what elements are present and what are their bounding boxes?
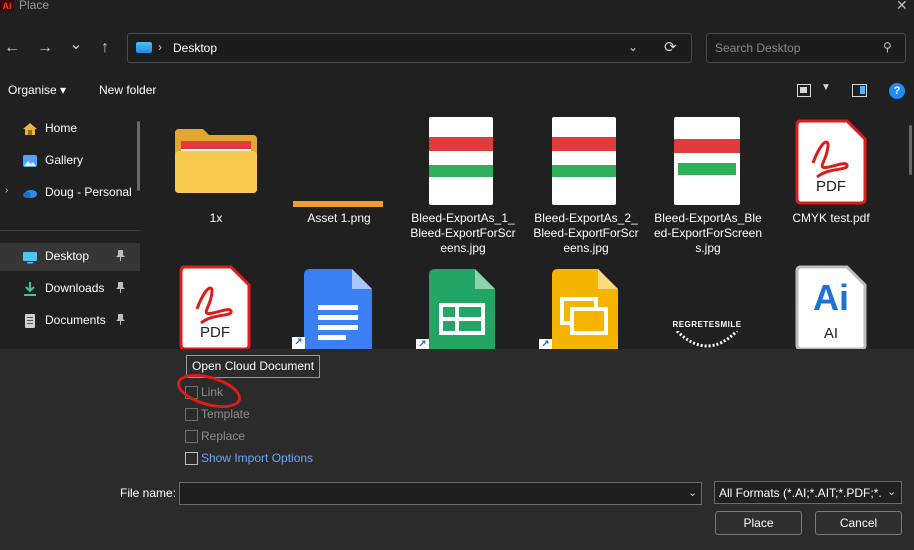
sidebar-item-downloads[interactable]: Downloads <box>0 275 140 303</box>
pdf-badge-text: PDF <box>200 324 230 341</box>
sidebar-item-label: Documents <box>45 313 106 327</box>
content-scrollbar[interactable] <box>909 125 912 175</box>
pdf-icon: PDF <box>179 265 251 354</box>
breadcrumb[interactable]: Desktop <box>173 41 217 55</box>
sidebar-item-label: Desktop <box>45 249 90 263</box>
gallery-icon <box>22 153 38 169</box>
file-tile-pdf[interactable]: PDF CMYK test.pdf <box>776 117 886 242</box>
sidebar-scrollbar[interactable] <box>137 121 140 191</box>
search-input[interactable]: Search Desktop ⚲ <box>706 33 906 63</box>
jpg-thumbnail <box>429 117 493 205</box>
help-icon[interactable]: ? <box>889 83 905 99</box>
close-icon[interactable]: ✕ <box>896 0 908 14</box>
template-label: Template <box>201 407 250 421</box>
replace-label: Replace <box>201 429 246 443</box>
google-sheets-icon <box>429 269 495 358</box>
desktop-icon <box>22 249 38 265</box>
chevron-down-icon[interactable]: ⌄ <box>887 485 896 498</box>
sidebar-item-label: Gallery <box>45 153 84 167</box>
file-name-input[interactable]: ⌄ <box>179 482 702 505</box>
illustrator-file-icon: Ai AI <box>795 265 867 354</box>
up-arrow-icon[interactable]: ↑ <box>94 37 116 59</box>
replace-checkbox[interactable] <box>185 430 198 443</box>
show-import-options-checkbox[interactable] <box>185 452 198 465</box>
file-type-filter[interactable]: All Formats (*.AI;*.AIT;*.PDF;*.D ⌄ <box>714 481 902 504</box>
show-import-options-label[interactable]: Show Import Options <box>201 451 313 465</box>
sidebar-item-documents[interactable]: Documents <box>0 307 140 335</box>
template-checkbox[interactable] <box>185 408 198 421</box>
sidebar-item-desktop[interactable]: Desktop <box>0 243 140 271</box>
sidebar-item-onedrive[interactable]: › Doug - Personal <box>0 179 140 207</box>
illustrator-logo-icon: Ai <box>0 0 14 12</box>
sidebar-item-label: Downloads <box>45 281 105 295</box>
sidebar-divider <box>0 230 140 231</box>
file-tile-jpg[interactable]: Bleed-ExportAs_2_Bleed-ExportForScreens.… <box>531 117 641 255</box>
file-name: Bleed-ExportAs_2_Bleed-ExportForScreens.… <box>533 211 639 255</box>
onedrive-icon <box>22 185 38 201</box>
cancel-button[interactable]: Cancel <box>815 511 902 535</box>
thumbnail-caption: REGRETESMILE <box>672 320 742 329</box>
refresh-icon[interactable]: ⟳ <box>664 38 677 56</box>
file-name: Asset 1.png <box>307 211 371 225</box>
file-tile-jpg[interactable]: Bleed-ExportAs_1_Bleed-ExportForScreens.… <box>408 117 518 255</box>
shortcut-arrow-icon: ↗ <box>292 337 305 349</box>
file-tile-ai[interactable]: Ai AI <box>776 263 886 351</box>
breadcrumb-separator-icon: › <box>158 40 162 54</box>
address-bar[interactable]: › Desktop ⌄ ⟳ <box>127 33 692 63</box>
file-tile-jpg[interactable]: Bleed-ExportAs_Bleed-ExportForScreens.jp… <box>653 117 763 255</box>
file-tile-png[interactable]: Asset 1.png <box>284 117 394 242</box>
file-tile-image[interactable]: REGRETESMILE <box>653 263 763 349</box>
search-icon: ⚲ <box>883 40 892 54</box>
pin-icon <box>116 314 125 328</box>
file-tile-folder[interactable]: 1x <box>161 117 271 242</box>
back-arrow-icon[interactable]: ← <box>1 37 23 59</box>
file-name: 1x <box>209 211 223 225</box>
download-icon <box>22 281 38 297</box>
pin-icon <box>116 282 125 296</box>
desktop-folder-icon <box>136 42 152 53</box>
place-button[interactable]: Place <box>715 511 802 535</box>
new-folder-button[interactable]: New folder <box>99 83 156 97</box>
google-slides-icon <box>552 269 618 358</box>
title-bar: Ai Place ✕ <box>0 0 914 14</box>
jpg-thumbnail <box>552 117 616 205</box>
ai-badge-large: Ai <box>813 277 849 318</box>
ai-badge-text: AI <box>823 325 839 342</box>
view-options-chevron-icon[interactable]: ▼ <box>821 82 831 93</box>
home-icon <box>22 121 38 137</box>
filter-value: All Formats (*.AI;*.AIT;*.PDF;*.D <box>719 486 881 500</box>
sidebar-item-label: Doug - Personal <box>45 185 132 199</box>
pin-icon <box>116 250 125 264</box>
pdf-icon: PDF <box>795 119 867 208</box>
organise-menu-button[interactable]: Organise ▾ <box>8 83 66 97</box>
recent-locations-chevron-icon[interactable]: ⌄ <box>65 34 87 56</box>
preview-pane-icon[interactable] <box>852 84 867 97</box>
sidebar-item-home[interactable]: Home <box>0 115 140 143</box>
file-tile-gslides[interactable]: ↗ <box>531 263 641 355</box>
file-tile-gdoc[interactable]: ↗ <box>284 263 394 355</box>
google-docs-icon <box>304 269 372 358</box>
forward-arrow-icon[interactable]: → <box>34 37 56 59</box>
view-mode-icon[interactable] <box>797 84 811 97</box>
sidebar-item-label: Home <box>45 121 78 135</box>
file-name: CMYK test.pdf <box>792 211 870 225</box>
address-history-chevron-icon[interactable]: ⌄ <box>628 40 638 54</box>
regretesmile-thumbnail: REGRETESMILE <box>661 317 753 349</box>
file-name: Bleed-ExportAs_Bleed-ExportForScreens.jp… <box>653 211 763 255</box>
file-tile-gsheet[interactable]: ↗ <box>408 263 518 355</box>
search-placeholder: Search Desktop <box>715 41 801 55</box>
png-thumbnail <box>293 201 383 207</box>
documents-icon <box>22 313 38 329</box>
pdf-badge-text: PDF <box>816 178 846 195</box>
chevron-down-icon[interactable]: ⌄ <box>688 486 697 499</box>
folder-icon <box>173 127 259 198</box>
file-name: Bleed-ExportAs_1_Bleed-ExportForScreens.… <box>410 211 516 255</box>
jpg-thumbnail <box>674 117 740 205</box>
sidebar-item-gallery[interactable]: Gallery <box>0 147 140 175</box>
window-title: Place <box>19 0 50 12</box>
expand-chevron-icon[interactable]: › <box>5 185 8 196</box>
file-name-label: File name: <box>120 486 177 500</box>
